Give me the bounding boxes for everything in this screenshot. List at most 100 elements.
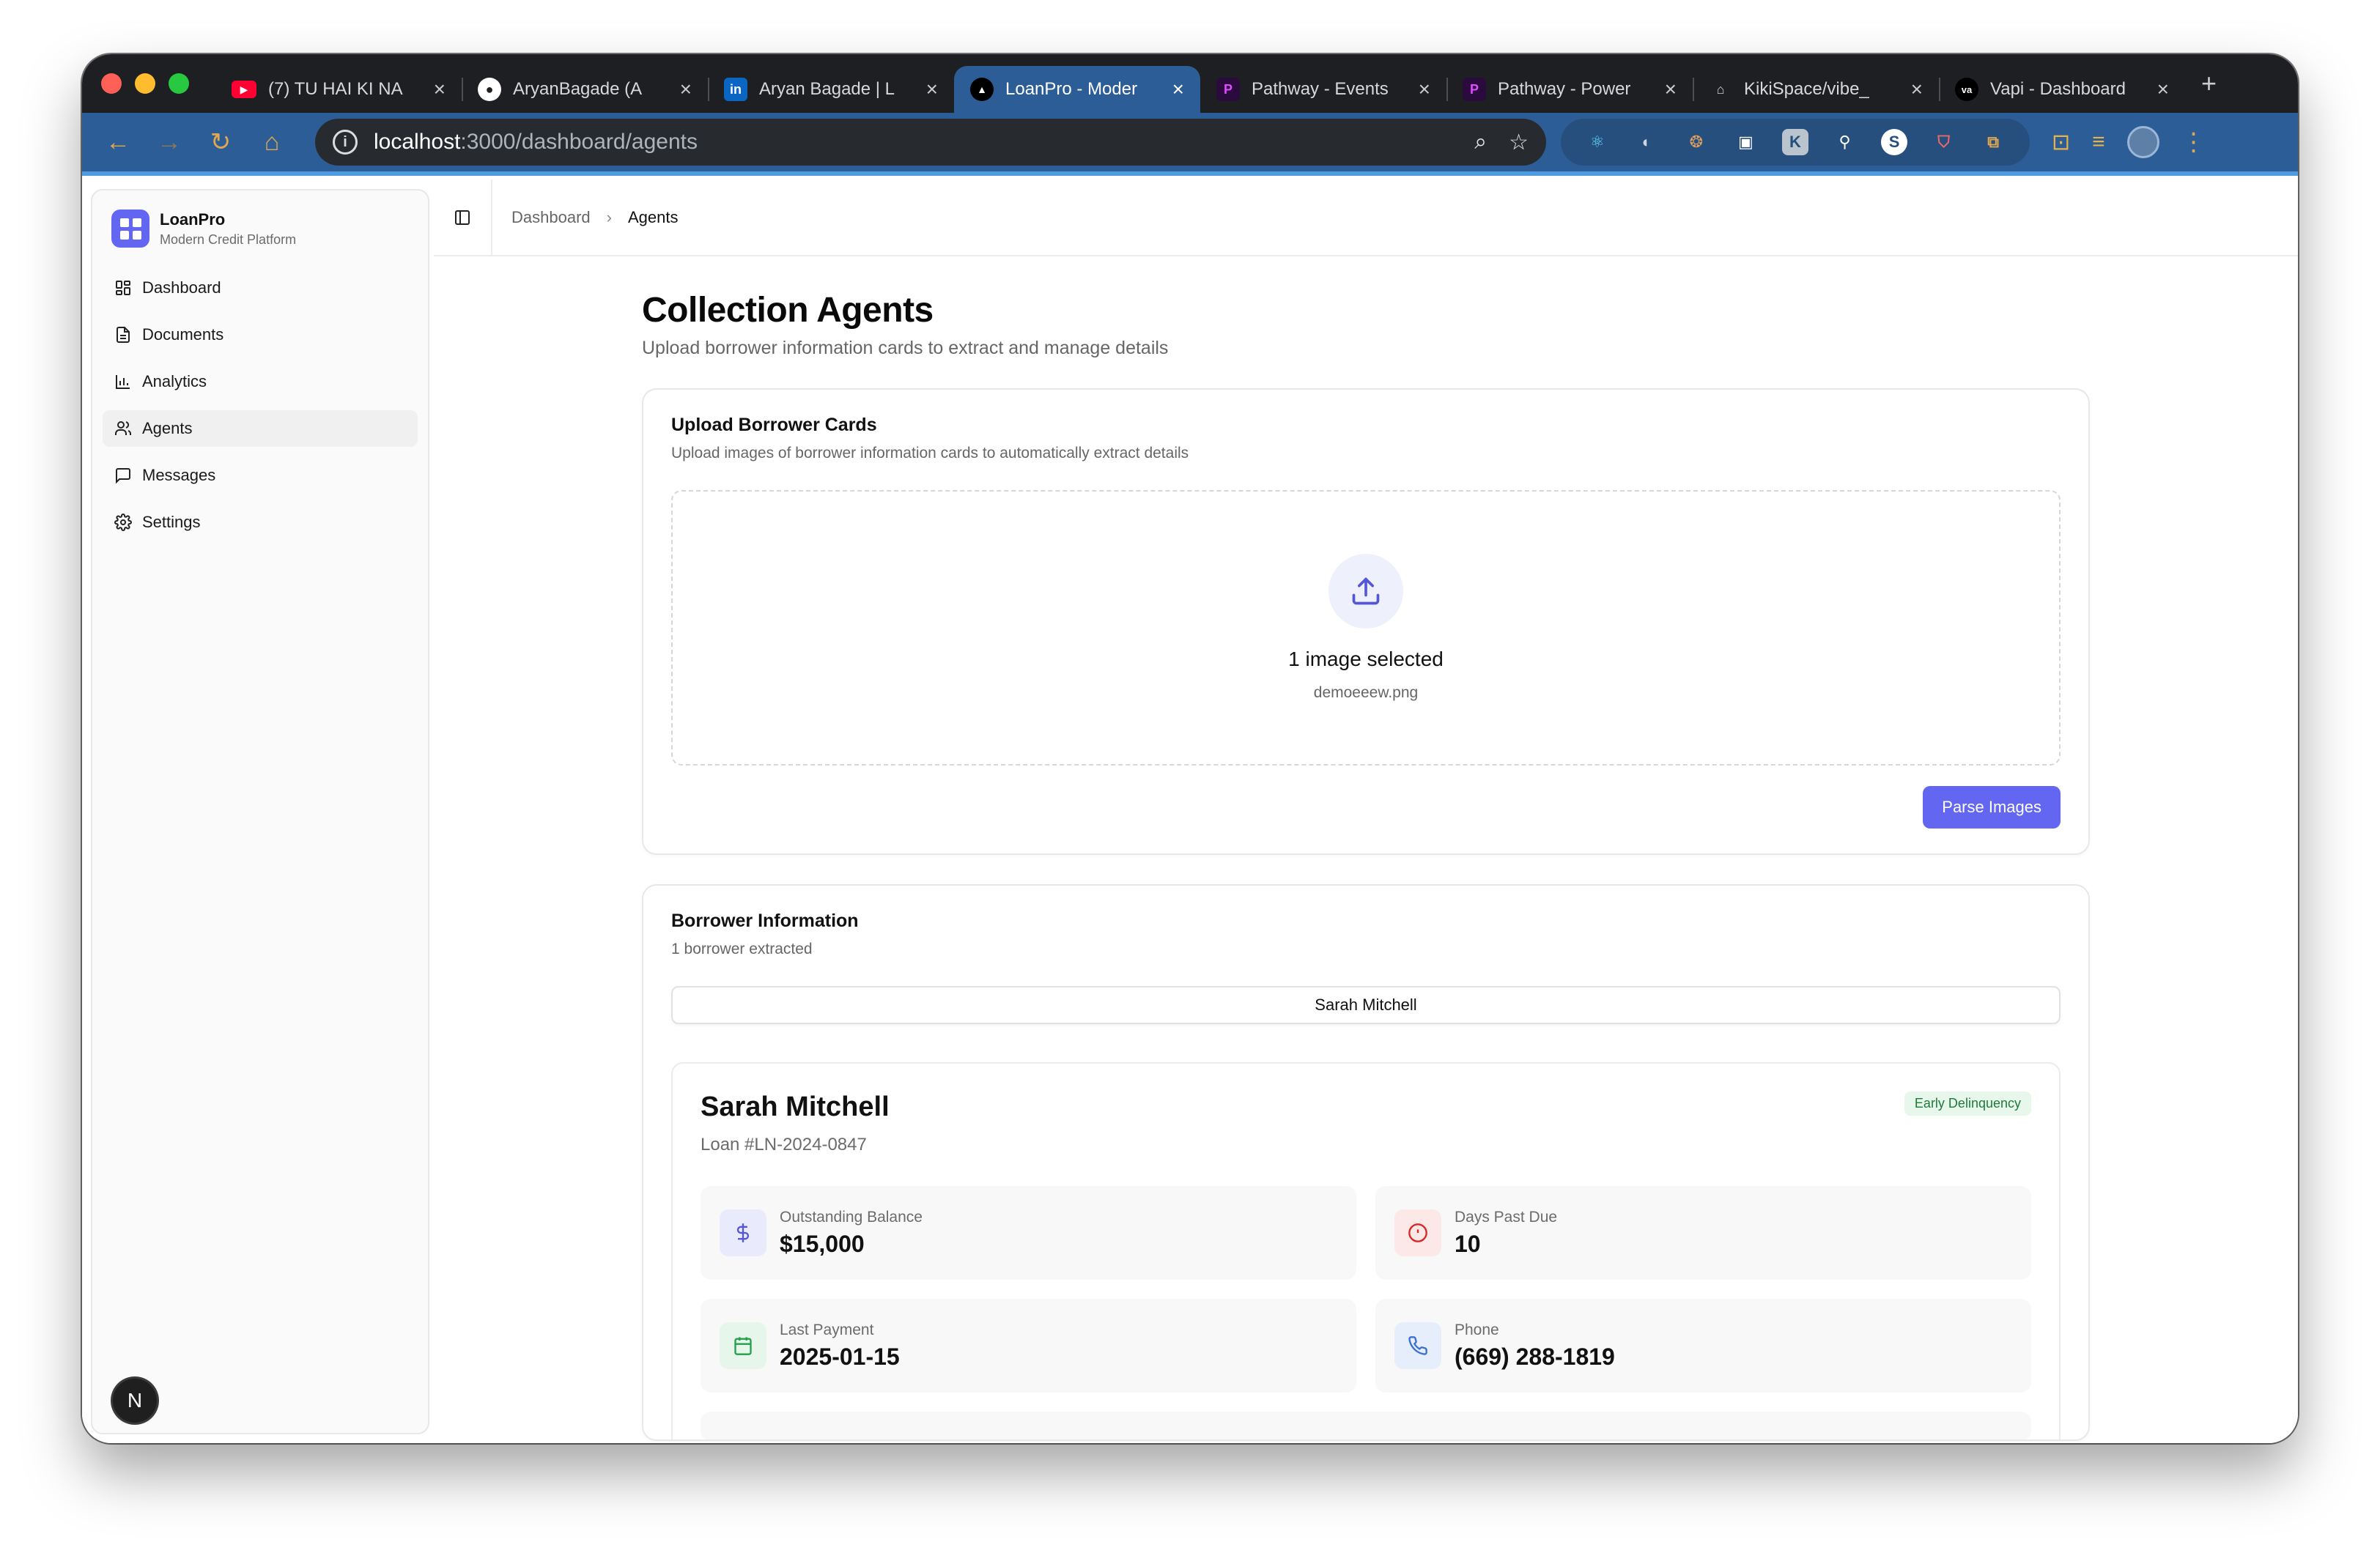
sidebar-item-settings[interactable]: Settings (103, 504, 418, 541)
stat-label: Phone (1455, 1321, 1499, 1338)
panel-left-icon (455, 210, 470, 225)
site-info-icon[interactable]: i (333, 130, 358, 155)
stat-value: 10 (1455, 1230, 1481, 1257)
close-tab-icon[interactable]: × (680, 78, 692, 101)
pathway-icon: P (1216, 78, 1240, 101)
sidebar-item-dashboard[interactable]: Dashboard (103, 270, 418, 306)
logo-grid-icon (111, 210, 149, 248)
grid-icon (116, 281, 130, 295)
sidebar-item-label: Messages (142, 466, 216, 484)
close-tab-icon[interactable]: × (1665, 78, 1677, 101)
address-bar[interactable]: i localhost:3000/dashboard/agents ⌕ ☆ (315, 119, 1546, 166)
status-badge: Early Delinquency (1904, 1091, 2031, 1116)
kiki-icon: ⌂ (1709, 78, 1732, 101)
sidebar-item-label: Analytics (142, 372, 207, 390)
stat-outstanding-balance: Outstanding Balance $15,000 (701, 1186, 1356, 1280)
browser-tab[interactable]: P Pathway - Power × (1446, 66, 1693, 113)
browser-window: ▶ (7) TU HAI KI NA × ● AryanBagade (A × … (82, 54, 2298, 1443)
home-icon[interactable]: ⌂ (246, 128, 298, 157)
puzzle-icon[interactable]: ⧉ (1980, 129, 2006, 155)
close-tab-icon[interactable]: × (434, 78, 446, 101)
tab-strip: ▶ (7) TU HAI KI NA × ● AryanBagade (A × … (82, 54, 2298, 113)
bookmark-star-icon[interactable]: ☆ (1509, 130, 1529, 155)
sidebar-item-label: Agents (142, 419, 193, 437)
parse-images-button[interactable]: Parse Images (1923, 786, 2061, 829)
browser-tab[interactable]: in Aryan Bagade | L × (708, 66, 954, 113)
tab-title: Pathway - Events (1252, 79, 1389, 99)
extension-icon[interactable]: ⚲ (1832, 129, 1858, 155)
minimize-window-button[interactable] (135, 73, 155, 94)
stat-days-past-due: Days Past Due 10 (1375, 1186, 2031, 1280)
forward-icon[interactable]: → (144, 128, 195, 157)
shield-icon[interactable]: ⛉ (1931, 129, 1957, 155)
close-tab-icon[interactable]: × (2157, 78, 2169, 101)
borrower-tab-selector[interactable]: Sarah Mitchell (671, 986, 2061, 1024)
stat-phone: Phone (669) 288-1819 (1375, 1299, 2031, 1393)
extension-icon[interactable]: K (1781, 129, 1808, 155)
stat-value: $15,000 (780, 1230, 865, 1257)
users-icon (115, 421, 132, 435)
main-content: Dashboard › Agents Collection Agents Upl… (434, 179, 2298, 1443)
new-tab-icon[interactable]: + (2201, 68, 2217, 99)
browser-tab[interactable]: P Pathway - Events × (1200, 66, 1446, 113)
browser-tab[interactable]: ⌂ KikiSpace/vibe_ × (1693, 66, 1939, 113)
menu-icon[interactable]: ⋮ (2181, 127, 2206, 157)
sidebar-nav: Dashboard Documents Analytics Agents Mes… (92, 270, 428, 541)
borrower-info-title: Borrower Information (671, 911, 859, 931)
borrower-detail-card: Sarah Mitchell Loan #LN-2024-0847 Early … (671, 1062, 2061, 1439)
upload-dropzone[interactable]: 1 image selected demoeeew.png (671, 490, 2061, 766)
browser-tab-active[interactable]: ▲ LoanPro - Moder × (954, 66, 1200, 113)
youtube-icon: ▶ (232, 81, 256, 98)
maximize-window-button[interactable] (169, 73, 189, 94)
extension-icon[interactable]: ▣ (1732, 129, 1759, 155)
cookie-icon[interactable]: ❂ (1683, 129, 1710, 155)
sidebar-item-messages[interactable]: Messages (103, 457, 418, 494)
close-window-button[interactable] (101, 73, 122, 94)
close-tab-icon[interactable]: × (1419, 78, 1430, 101)
alert-circle-icon (1394, 1209, 1441, 1256)
top-bar: Dashboard › Agents (434, 179, 2298, 256)
back-icon[interactable]: ← (92, 128, 144, 157)
sidebar-item-documents[interactable]: Documents (103, 316, 418, 353)
profile-avatar[interactable] (2126, 126, 2159, 158)
stat-card-partial (701, 1412, 2031, 1439)
browser-tab[interactable]: ▶ (7) TU HAI KI NA × (215, 66, 462, 113)
nextjs-devtools-badge[interactable]: N (113, 1379, 157, 1423)
upload-card-title: Upload Borrower Cards (671, 415, 877, 435)
browser-tab[interactable]: ● AryanBagade (A × (462, 66, 708, 113)
sidebar-toggle-button[interactable] (434, 179, 492, 256)
page-subtitle: Upload borrower information cards to ext… (642, 338, 1169, 358)
borrower-name: Sarah Mitchell (701, 1091, 890, 1122)
phone-icon (1394, 1322, 1441, 1369)
media-icon[interactable]: ≡ (2092, 130, 2105, 155)
sidebar-item-agents[interactable]: Agents (103, 410, 418, 447)
upload-card: Upload Borrower Cards Upload images of b… (642, 388, 2090, 855)
extension-icon[interactable]: S (1881, 129, 1908, 155)
react-devtools-icon[interactable]: ⚛ (1584, 129, 1611, 155)
tab-search-icon[interactable]: ⊡ (2052, 130, 2070, 155)
close-tab-icon[interactable]: × (1172, 78, 1184, 101)
borrower-stats-grid: Outstanding Balance $15,000 Days Past Du… (701, 1186, 2031, 1393)
breadcrumb-parent-link[interactable]: Dashboard (511, 208, 591, 227)
reload-icon[interactable]: ↻ (195, 127, 246, 157)
page-content: Collection Agents Upload borrower inform… (642, 290, 2090, 1441)
message-icon (116, 468, 130, 484)
stat-value: 2025-01-15 (780, 1343, 900, 1370)
sidebar-item-analytics[interactable]: Analytics (103, 363, 418, 400)
close-tab-icon[interactable]: × (1911, 78, 1923, 101)
brand-subtitle: Modern Credit Platform (160, 231, 297, 247)
tab-title: AryanBagade (A (513, 79, 643, 99)
borrower-info-subtitle: 1 borrower extracted (671, 941, 813, 957)
upload-card-subtitle: Upload images of borrower information ca… (671, 445, 1189, 462)
close-tab-icon[interactable]: × (926, 78, 938, 101)
extension-icon[interactable]: ◐ (1633, 129, 1660, 155)
brand[interactable]: LoanPro Modern Credit Platform (92, 190, 428, 248)
stat-label: Outstanding Balance (780, 1208, 923, 1226)
tab-title: Aryan Bagade | L (759, 79, 895, 99)
gear-icon (114, 514, 132, 531)
zoom-icon[interactable]: ⌕ (1474, 130, 1487, 155)
stat-label: Last Payment (780, 1321, 874, 1338)
calendar-icon (720, 1322, 766, 1369)
browser-tab[interactable]: va Vapi - Dashboard × (1939, 66, 2185, 113)
tab-title: KikiSpace/vibe_ (1744, 79, 1869, 99)
